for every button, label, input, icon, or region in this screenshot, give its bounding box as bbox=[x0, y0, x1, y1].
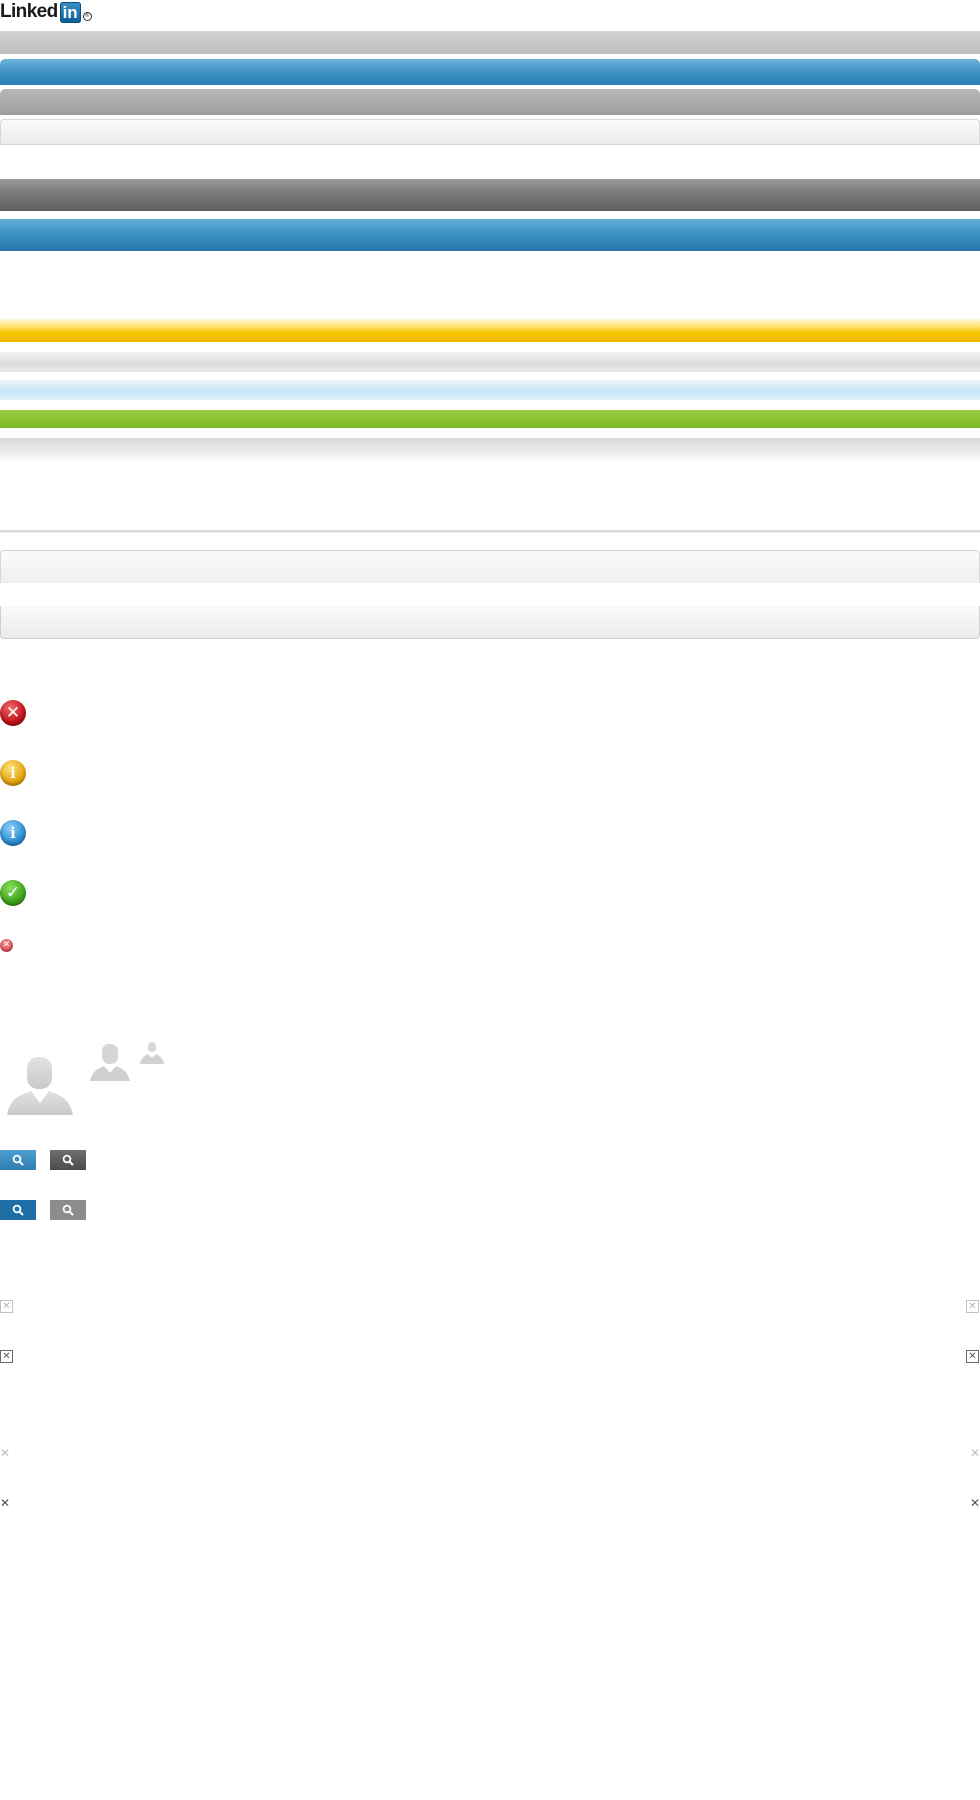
gray-tab-bar bbox=[0, 89, 980, 115]
green-gradient-bar bbox=[0, 410, 980, 428]
search-icon bbox=[62, 1204, 74, 1216]
profile-placeholder-icon bbox=[7, 1057, 73, 1115]
avatar-placeholder-medium bbox=[90, 1043, 130, 1081]
close-box-icon-light-left[interactable]: ✕ bbox=[0, 1300, 13, 1313]
success-check-icon: ✓ bbox=[0, 880, 26, 906]
small-error-icon: ✕ bbox=[0, 939, 13, 952]
avatar-placeholder-small bbox=[140, 1040, 164, 1064]
search-button-gray[interactable] bbox=[50, 1200, 86, 1220]
profile-placeholder-icon bbox=[90, 1044, 130, 1081]
search-button-dark[interactable] bbox=[50, 1150, 86, 1170]
logo-in-badge: in bbox=[59, 1, 81, 23]
panel-footer-box bbox=[0, 606, 980, 639]
divider-line bbox=[0, 530, 980, 533]
warning-icon: i bbox=[0, 760, 26, 786]
profile-placeholder-icon bbox=[140, 1042, 164, 1064]
close-icon-light-left[interactable]: ✕ bbox=[0, 1447, 10, 1459]
light-blue-gradient-bar bbox=[0, 380, 980, 400]
search-icon bbox=[62, 1154, 74, 1166]
close-icon-dark-right[interactable]: ✕ bbox=[970, 1497, 980, 1509]
dark-gradient-bar bbox=[0, 179, 980, 211]
close-box-icon-dark-left[interactable]: ✕ bbox=[0, 1350, 13, 1363]
registered-mark: ® bbox=[82, 11, 92, 21]
avatar-placeholder-large bbox=[7, 1055, 73, 1115]
search-button-blue-active[interactable] bbox=[0, 1200, 36, 1220]
blue-tab-bar bbox=[0, 59, 980, 85]
panel-header-box bbox=[0, 550, 980, 583]
logo-wordmark: Linked bbox=[0, 1, 58, 22]
info-icon: i bbox=[0, 820, 26, 846]
search-icon bbox=[12, 1154, 24, 1166]
close-box-icon-light-right[interactable]: ✕ bbox=[966, 1300, 979, 1313]
close-icon-light-right[interactable]: ✕ bbox=[970, 1447, 980, 1459]
search-icon bbox=[12, 1204, 24, 1216]
linkedin-logo: Linked in ® bbox=[0, 0, 92, 24]
close-icon-dark-left[interactable]: ✕ bbox=[0, 1497, 10, 1509]
light-tab-bar bbox=[0, 119, 980, 145]
fade-gradient-bar bbox=[0, 438, 980, 462]
gray-gradient-bar bbox=[0, 31, 980, 54]
yellow-alert-bar bbox=[0, 319, 980, 342]
close-box-icon-dark-right[interactable]: ✕ bbox=[966, 1350, 979, 1363]
silver-gradient-bar bbox=[0, 352, 980, 372]
error-icon: ✕ bbox=[0, 700, 26, 726]
search-button-blue[interactable] bbox=[0, 1150, 36, 1170]
blue-gradient-bar bbox=[0, 219, 980, 251]
